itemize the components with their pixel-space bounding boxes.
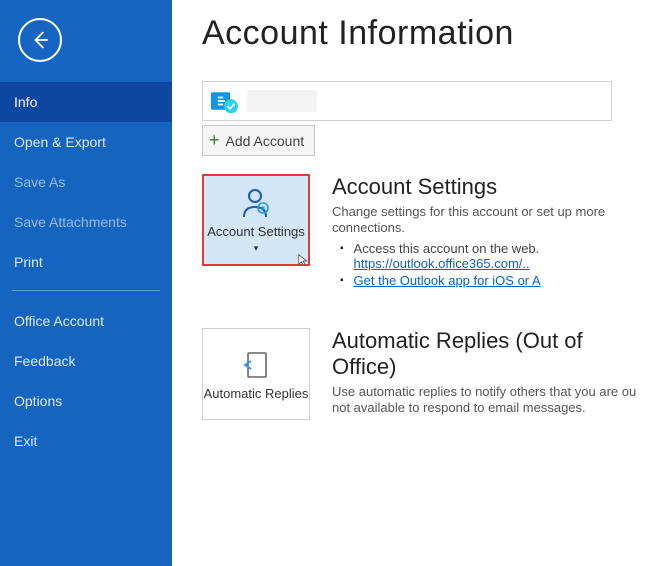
back-button[interactable] [18,18,62,62]
automatic-replies-tile-label: Automatic Replies [204,387,309,402]
chevron-down-icon: ▾ [254,243,259,253]
account-settings-section: Account Settings ▾ Account Settings Chan… [202,174,648,290]
add-account-button[interactable]: + Add Account [202,125,315,156]
nav-exit[interactable]: Exit [0,421,172,461]
mobile-app-link[interactable]: Get the Outlook app for iOS or A [354,273,541,288]
nav-options[interactable]: Options [0,381,172,421]
nav-save-attachments: Save Attachments [0,202,172,242]
cursor-icon [297,253,311,270]
automatic-replies-desc: Use automatic replies to notify others t… [332,384,640,415]
arrow-left-icon [29,29,51,51]
main-pane: Account Information + Add Account [172,0,648,566]
account-settings-tile[interactable]: Account Settings ▾ [202,174,310,266]
bullet-access-web: Access this account on the web. https://… [340,241,640,271]
account-settings-tile-label: Account Settings ▾ [204,225,308,255]
nav-feedback[interactable]: Feedback [0,341,172,381]
person-gear-icon [238,185,274,221]
nav-info[interactable]: Info [0,82,172,122]
nav-print[interactable]: Print [0,242,172,282]
owa-link[interactable]: https://outlook.office365.com/.. [354,256,530,271]
nav-office-account[interactable]: Office Account [0,301,172,341]
account-name-blurred [247,90,317,112]
page-title: Account Information [202,14,648,53]
exchange-icon [209,86,239,116]
automatic-replies-title: Automatic Replies (Out of Office) [332,328,640,380]
add-account-label: Add Account [226,133,305,149]
plus-icon: + [209,130,220,151]
nav-divider [12,290,160,291]
account-header: + Add Account [202,81,648,156]
nav-save-as: Save As [0,162,172,202]
nav-open-export[interactable]: Open & Export [0,122,172,162]
account-dropdown[interactable] [202,81,612,121]
account-settings-title: Account Settings [332,174,640,200]
bullet-get-app: Get the Outlook app for iOS or A [340,273,640,288]
automatic-replies-tile[interactable]: Automatic Replies [202,328,310,420]
nav-list: Info Open & Export Save As Save Attachme… [0,82,172,461]
account-settings-desc: Change settings for this account or set … [332,204,640,235]
note-reply-icon [238,347,274,383]
automatic-replies-section: Automatic Replies Automatic Replies (Out… [202,328,648,421]
backstage-sidebar: Info Open & Export Save As Save Attachme… [0,0,172,566]
